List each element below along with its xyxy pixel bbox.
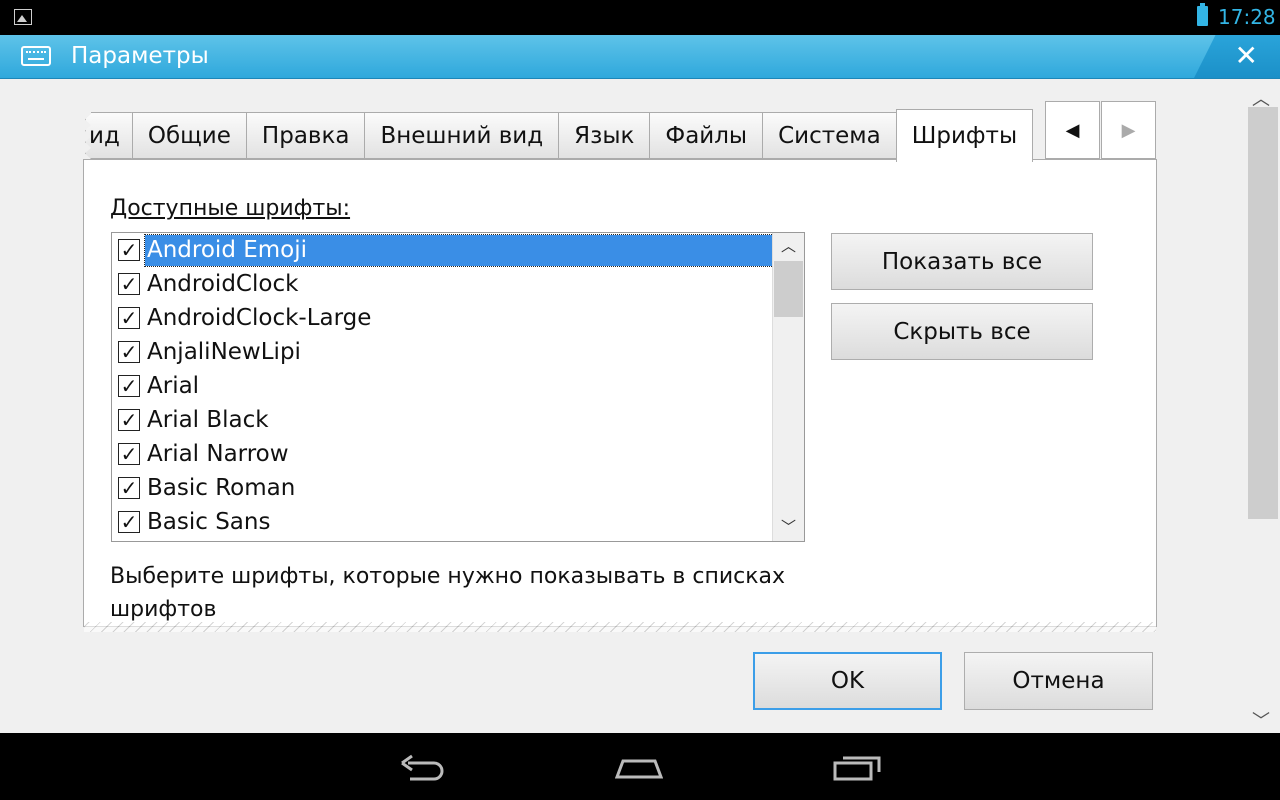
tab-appearance[interactable]: Внешний вид	[364, 112, 559, 159]
list-item[interactable]: ✓ Arial Black	[112, 403, 773, 437]
available-fonts-label: Доступные шрифты:	[110, 196, 350, 221]
list-item[interactable]: ✓ AndroidClock-Large	[112, 301, 773, 335]
tab-scroll-left-icon[interactable]: ◀	[1045, 101, 1100, 159]
font-checkbox[interactable]: ✓	[118, 511, 140, 533]
recents-icon[interactable]	[833, 753, 881, 781]
fonts-label-text: Доступные шрифты:	[110, 196, 351, 221]
tab-system[interactable]: Система	[762, 112, 896, 159]
tab-language[interactable]: Язык	[558, 112, 650, 159]
font-name: Arial Narrow	[147, 441, 289, 467]
hide-all-button[interactable]: Скрыть все	[831, 303, 1093, 360]
fonts-tab-panel: Доступные шрифты: ✓ Android Emoji ✓ Andr…	[83, 159, 1157, 632]
list-scroll-down-icon[interactable]: ﹀	[781, 516, 796, 537]
home-icon[interactable]	[615, 753, 663, 781]
list-scroll-thumb[interactable]	[774, 261, 803, 317]
keyboard-icon[interactable]	[21, 46, 51, 66]
font-checkbox[interactable]: ✓	[118, 341, 140, 363]
fonts-listbox[interactable]: ✓ Android Emoji ✓ AndroidClock ✓ Android…	[111, 232, 805, 542]
android-nav-bar	[0, 733, 1280, 800]
show-all-button[interactable]: Показать все	[831, 233, 1093, 290]
status-clock: 17:28	[1218, 5, 1276, 29]
font-name: Android Emoji	[144, 233, 774, 267]
panel-torn-edge	[84, 622, 1156, 632]
list-item[interactable]: ✓ Basic Sans	[112, 505, 773, 539]
font-checkbox[interactable]: ✓	[118, 477, 140, 499]
tab-scroll-right-icon[interactable]: ▶	[1101, 101, 1156, 159]
list-item[interactable]: ✓ Android Emoji	[112, 233, 774, 267]
dialog-scrollbar[interactable]	[1248, 107, 1278, 519]
title-bar: Параметры ✕	[0, 35, 1280, 79]
list-item[interactable]: ✓ Arial	[112, 369, 773, 403]
font-checkbox[interactable]: ✓	[118, 239, 140, 261]
font-name: AndroidClock	[147, 271, 299, 297]
ok-button[interactable]: OK	[753, 652, 942, 710]
font-checkbox[interactable]: ✓	[118, 375, 140, 397]
font-name: Basic Roman	[147, 475, 296, 501]
list-item[interactable]: ✓ AnjaliNewLipi	[112, 335, 773, 369]
font-name: Basic Sans	[147, 509, 271, 535]
font-checkbox[interactable]: ✓	[118, 443, 140, 465]
tab-edit[interactable]: Правка	[245, 112, 365, 159]
close-icon[interactable]: ✕	[1235, 39, 1258, 72]
tab-strip: ид Общие Правка Внешний вид Язык Файлы С…	[85, 109, 1034, 162]
list-scroll-up-icon[interactable]: ︿	[781, 235, 796, 256]
status-bar: 17:28	[0, 0, 1280, 35]
window-title: Параметры	[71, 43, 209, 69]
tab-fonts[interactable]: Шрифты	[895, 109, 1034, 162]
back-icon[interactable]	[400, 753, 448, 781]
battery-icon	[1197, 3, 1208, 26]
cancel-button[interactable]: Отмена	[964, 652, 1153, 710]
list-item[interactable]: ✓ Basic Roman	[112, 471, 773, 505]
tab-general[interactable]: Общие	[131, 112, 246, 159]
tab-files[interactable]: Файлы	[649, 112, 763, 159]
list-item[interactable]: ✓ AndroidClock	[112, 267, 773, 301]
dialog-scroll-down-icon[interactable]: ﹀	[1252, 707, 1270, 733]
list-scrollbar[interactable]: ︿ ﹀	[772, 233, 804, 541]
font-name: Arial	[147, 373, 200, 399]
font-name: AnjaliNewLipi	[147, 339, 301, 365]
list-item[interactable]: ✓ Arial Narrow	[112, 437, 773, 471]
app-window: Параметры ✕ ︿ ﹀ ид Общие Правка Внешний …	[0, 35, 1280, 733]
font-checkbox[interactable]: ✓	[118, 409, 140, 431]
gallery-icon	[14, 9, 32, 25]
font-name: Arial Black	[147, 407, 269, 433]
tab-partial[interactable]: ид	[85, 112, 132, 159]
font-checkbox[interactable]: ✓	[118, 307, 140, 329]
font-name: AndroidClock-Large	[147, 305, 372, 331]
font-checkbox[interactable]: ✓	[118, 273, 140, 295]
fonts-hint-text: Выберите шрифты, которые нужно показыват…	[110, 564, 786, 622]
